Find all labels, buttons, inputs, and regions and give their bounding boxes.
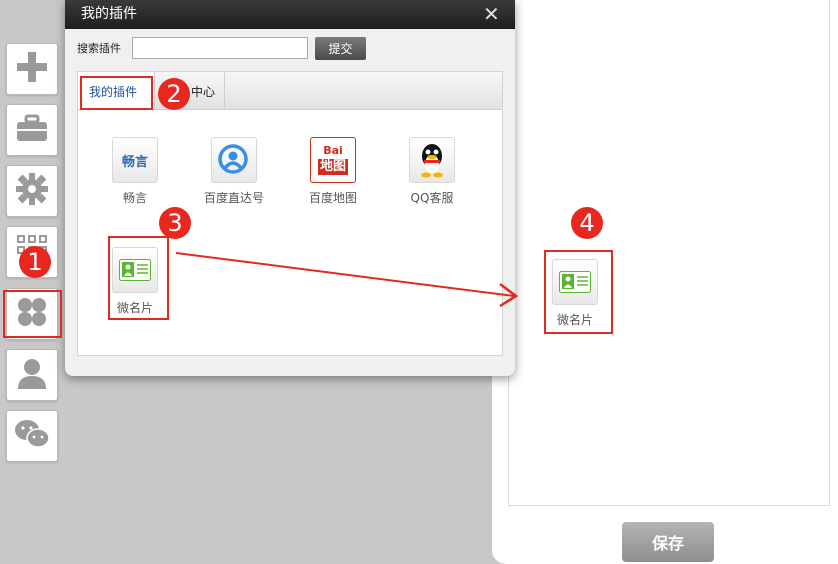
drag-arrow bbox=[175, 252, 519, 308]
